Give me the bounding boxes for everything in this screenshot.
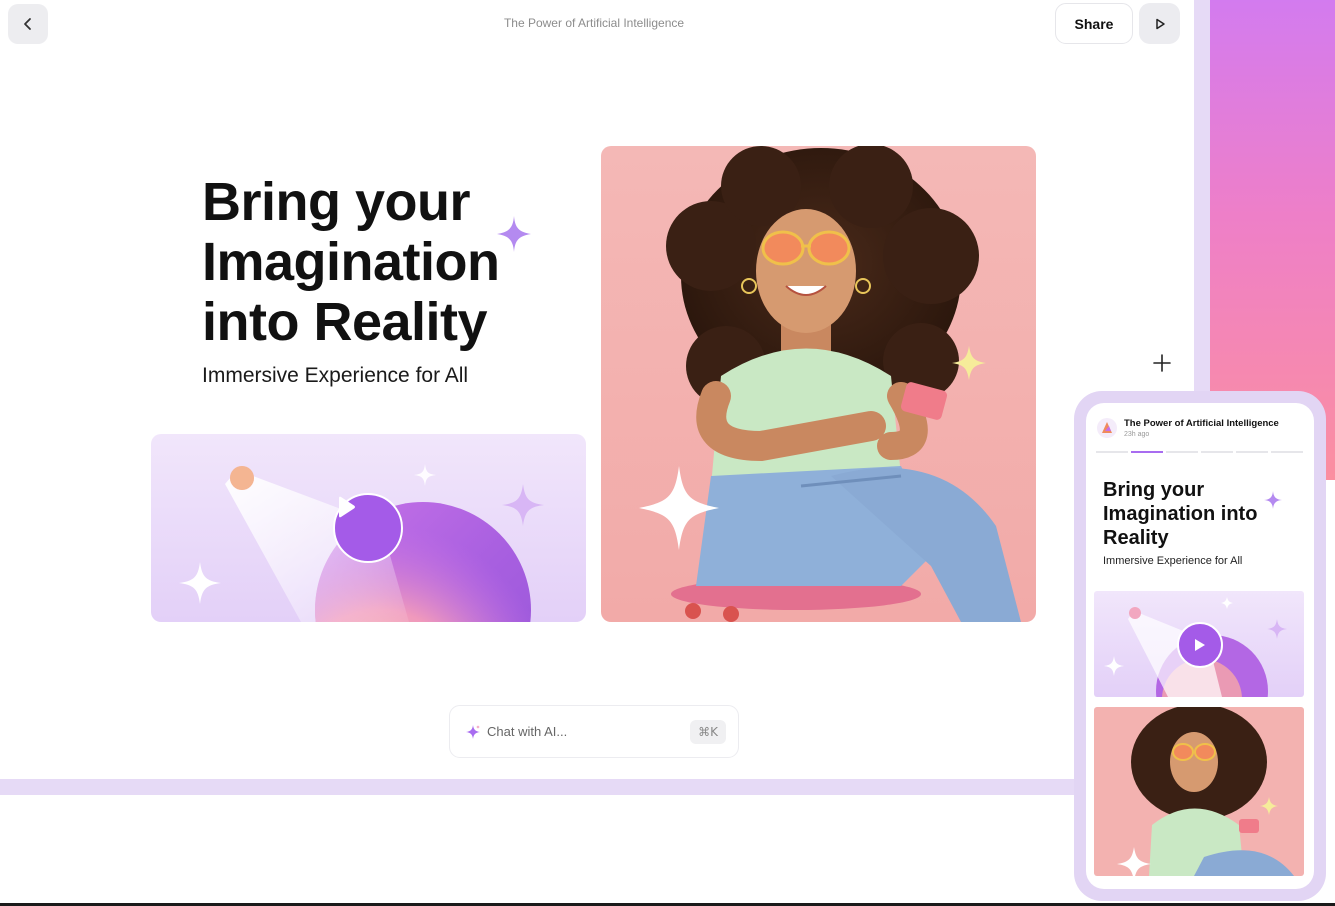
- mobile-title: The Power of Artificial Intelligence: [1124, 418, 1279, 429]
- video-play-button[interactable]: [333, 493, 403, 563]
- share-button[interactable]: Share: [1055, 3, 1133, 44]
- progress-segment: [1096, 451, 1128, 453]
- add-slide-plus-icon[interactable]: [1152, 353, 1172, 373]
- mobile-headline: Bring your Imagination into Reality: [1103, 479, 1258, 549]
- mobile-woman-photo: [1117, 707, 1294, 876]
- progress-segment: [1166, 451, 1198, 453]
- headline-line: Imagination: [202, 232, 500, 292]
- progress-segment: [1201, 451, 1233, 453]
- headline-line: Bring your: [202, 172, 471, 232]
- mobile-sparkle-icon: [1264, 491, 1282, 509]
- mobile-play-button[interactable]: [1177, 622, 1223, 668]
- slide-subtitle[interactable]: Immersive Experience for All: [202, 364, 468, 388]
- headline-line: into Reality: [202, 292, 488, 352]
- present-button[interactable]: [1139, 3, 1180, 44]
- progress-segment: [1271, 451, 1303, 453]
- mobile-photo-card[interactable]: [1094, 707, 1304, 876]
- chat-with-ai-input[interactable]: Chat with AI... ⌘K: [449, 705, 739, 758]
- progress-segment-active: [1131, 451, 1163, 453]
- app-logo-icon: [1097, 418, 1117, 438]
- sparkle-icon: [466, 724, 480, 739]
- mobile-progress-bar: [1096, 451, 1303, 453]
- play-icon: [339, 496, 355, 518]
- chevron-left-icon: [24, 18, 31, 30]
- mobile-preview-screen[interactable]: The Power of Artificial Intelligence 23h…: [1086, 403, 1314, 889]
- play-icon: [1195, 639, 1205, 651]
- woman-photo: [639, 146, 1021, 622]
- mobile-video-card[interactable]: [1094, 591, 1304, 697]
- play-triangle-icon: [1155, 18, 1165, 29]
- back-button[interactable]: [8, 4, 48, 44]
- slide-headline[interactable]: Bring your Imagination into Reality: [202, 172, 532, 352]
- photo-card[interactable]: [601, 146, 1036, 622]
- keyboard-shortcut-badge: ⌘K: [690, 719, 726, 744]
- progress-segment: [1236, 451, 1268, 453]
- chat-placeholder: Chat with AI...: [487, 724, 568, 739]
- mobile-timestamp: 23h ago: [1124, 431, 1150, 438]
- document-title: The Power of Artificial Intelligence: [503, 16, 685, 30]
- sparkle-decoration-icon: [497, 216, 531, 252]
- mobile-subtitle: Immersive Experience for All: [1103, 555, 1243, 567]
- video-card[interactable]: [151, 434, 586, 622]
